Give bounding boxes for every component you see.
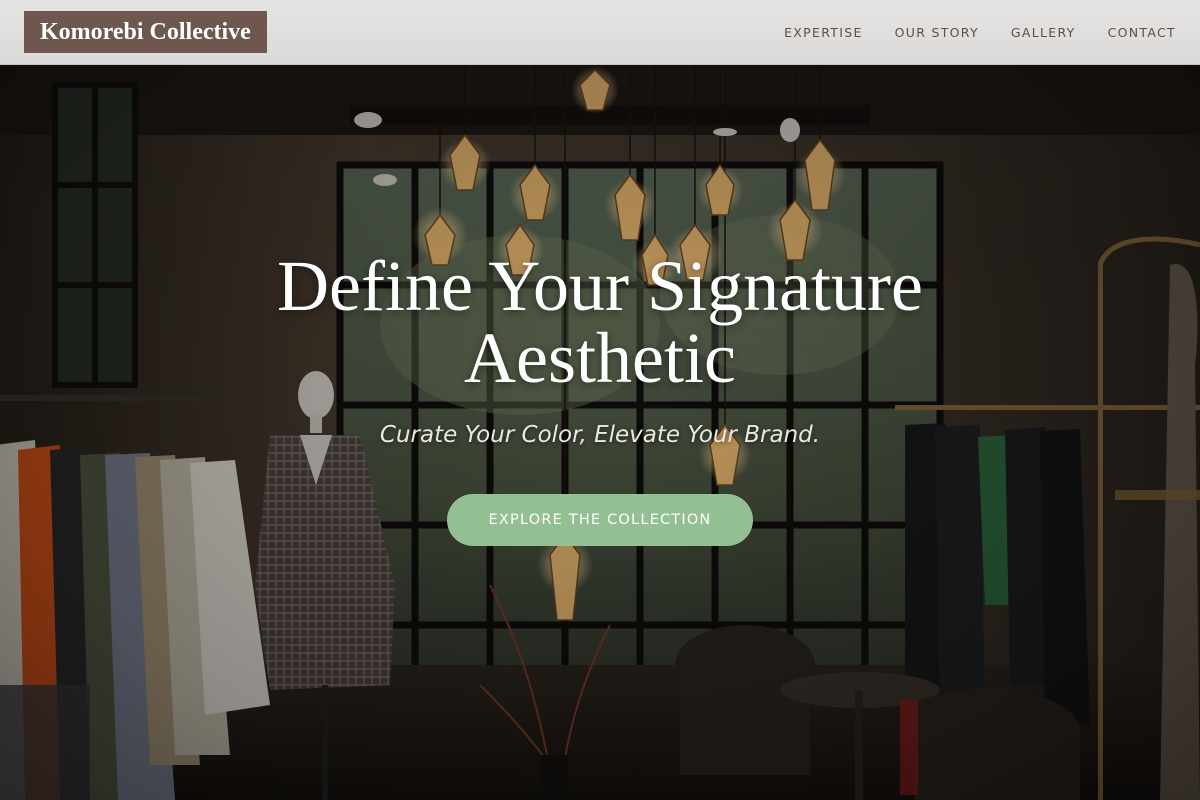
hero-title: Define Your Signature Aesthetic [277,246,923,398]
nav-link-our-story[interactable]: OUR STORY [895,25,979,40]
hero-subtitle: Curate Your Color, Elevate Your Brand. [379,422,821,448]
hero-section: Define Your Signature Aesthetic Curate Y… [0,65,1200,800]
site-header: Komorebi Collective EXPERTISE OUR STORY … [0,0,1200,65]
nav-link-contact[interactable]: CONTACT [1108,25,1176,40]
nav-link-expertise[interactable]: EXPERTISE [784,25,863,40]
hero-content: Define Your Signature Aesthetic Curate Y… [0,65,1200,800]
nav-link-gallery[interactable]: GALLERY [1011,25,1076,40]
explore-collection-button[interactable]: EXPLORE THE COLLECTION [447,494,753,546]
brand-logo[interactable]: Komorebi Collective [24,11,267,53]
main-nav: EXPERTISE OUR STORY GALLERY CONTACT [752,0,1176,64]
